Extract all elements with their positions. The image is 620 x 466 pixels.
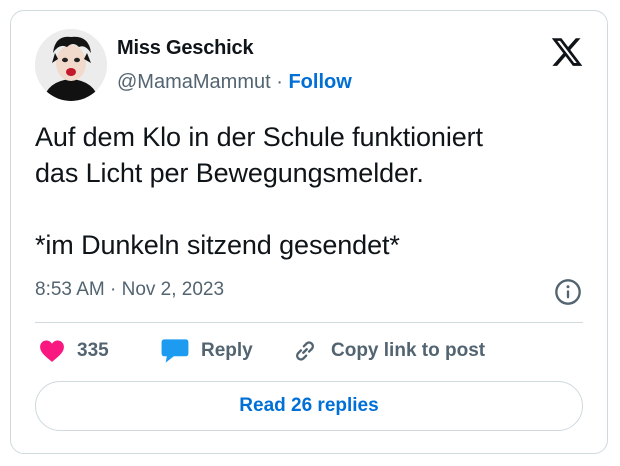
tweet-text: Auf dem Klo in der Schule funktioniert d… (35, 122, 483, 260)
reply-button[interactable]: Reply (161, 336, 253, 366)
reply-label: Reply (201, 340, 253, 361)
copy-link-button[interactable]: Copy link to post (291, 336, 485, 366)
like-count: 335 (77, 340, 109, 361)
read-replies-button[interactable]: Read 26 replies (35, 381, 583, 431)
link-icon (296, 341, 314, 361)
author-handle-line: @MamaMammut · Follow (117, 71, 352, 94)
tweet-card: Miss Geschick @MamaMammut · Follow Auf d… (10, 10, 608, 454)
author-handle[interactable]: @MamaMammut (117, 71, 271, 93)
author-name[interactable]: Miss Geschick (117, 37, 254, 60)
read-replies-label: Read 26 replies (239, 395, 379, 416)
like-button[interactable]: 335 (39, 336, 109, 366)
avatar-image (35, 29, 107, 101)
avatar[interactable] (35, 29, 107, 101)
speech-bubble-icon (161, 339, 189, 363)
info-icon[interactable] (554, 278, 582, 306)
follow-button[interactable]: Follow (288, 71, 351, 93)
handle-separator: · (276, 71, 283, 93)
divider (35, 322, 583, 323)
copy-link-label: Copy link to post (331, 340, 486, 361)
x-logo-icon[interactable] (550, 35, 584, 69)
heart-icon (40, 340, 64, 362)
tweet-timestamp[interactable]: 8:53 AM · Nov 2, 2023 (35, 279, 224, 301)
